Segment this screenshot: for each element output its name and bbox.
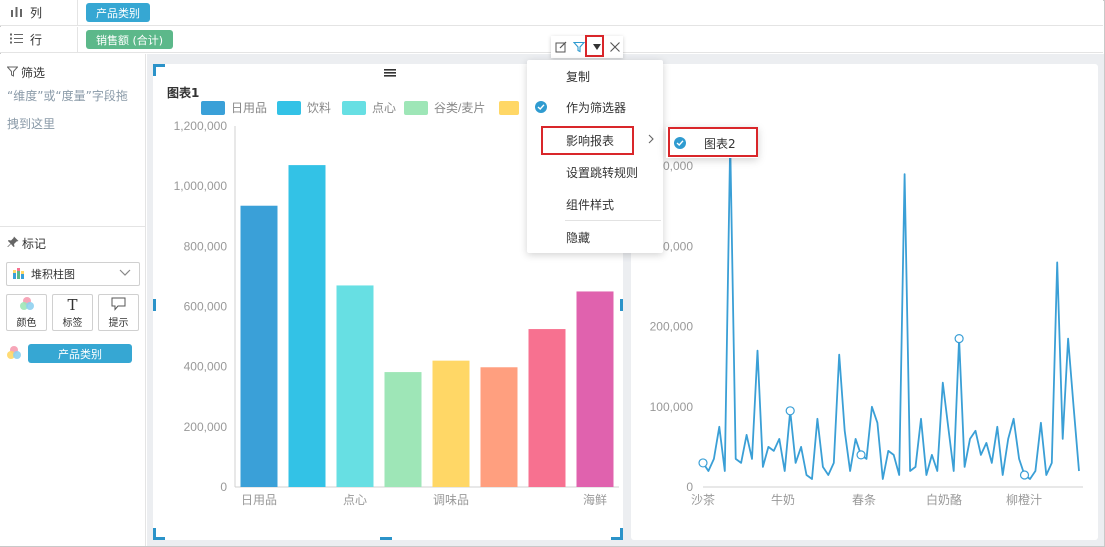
x-tick-label: 春条 [852, 493, 876, 507]
menu-item-jump-rule[interactable]: 设置跳转规则 [527, 157, 663, 187]
y-tick-label: 200,000 [184, 420, 228, 434]
x-tick-label: 沙茶 [691, 492, 715, 507]
data-point [785, 406, 795, 416]
x-tick-label: 日用品 [241, 493, 277, 507]
selection-handle[interactable] [380, 537, 392, 540]
close-icon[interactable] [607, 39, 623, 55]
legend-swatch [201, 101, 225, 115]
dropdown-highlight [585, 35, 604, 57]
y-tick-label: 1,200,000 [174, 119, 228, 133]
left-panel: 筛选 “维度”或“度量”字段拖拽到这里 标记 堆积柱图 颜色 T 标签 提示 产… [0, 54, 146, 546]
x-tick-label: 柳橙汁 [1006, 492, 1042, 507]
x-tick-label: 调味品 [433, 493, 469, 507]
stacked-bar-icon [13, 267, 27, 282]
panel-divider [0, 226, 146, 227]
x-tick-label: 白奶酪 [926, 492, 962, 507]
bar [432, 360, 470, 487]
y-tick-label: 0 [686, 480, 693, 494]
bar [528, 329, 566, 487]
selection-handle[interactable] [620, 299, 623, 311]
edit-icon[interactable] [553, 39, 569, 55]
marks-section-title: 标记 [7, 235, 46, 252]
filter-drop-hint[interactable]: “维度”或“度量”字段拖拽到这里 [7, 82, 137, 138]
selection-handle[interactable] [153, 299, 156, 311]
data-point [856, 450, 866, 460]
row-field-pill[interactable]: 销售额 (合计) [86, 30, 174, 49]
legend-swatch [404, 101, 428, 115]
color-button[interactable]: 颜色 [6, 294, 47, 331]
menu-item-copy[interactable]: 复制 [527, 61, 663, 91]
y-tick-label: 100,000 [650, 400, 694, 414]
legend-label: 饮料 [307, 101, 331, 115]
y-tick-label: 200,000 [650, 320, 694, 334]
rows-icon [10, 33, 24, 47]
label-button[interactable]: T 标签 [52, 294, 93, 331]
bar [480, 367, 518, 487]
color-icon [6, 345, 22, 363]
x-tick-label: 点心 [343, 493, 367, 507]
x-tick-label: 海鲜 [583, 492, 607, 507]
y-tick-label: 400,000 [184, 360, 228, 374]
bar [384, 372, 422, 487]
chevron-down-icon [119, 266, 131, 281]
row-shelf-label: 行 [0, 27, 78, 52]
legend-label: 谷类/麦片 [434, 101, 485, 115]
menu-separator [565, 220, 661, 221]
filter-section-title: 筛选 [6, 64, 45, 81]
filter-icon [6, 66, 19, 80]
legend-label: 日用品 [231, 101, 267, 115]
legend-label: 点心 [372, 101, 396, 115]
bar [240, 205, 278, 488]
columns-icon [10, 6, 24, 20]
menu-item-hide[interactable]: 隐藏 [527, 222, 663, 252]
color-field-pill[interactable]: 产品类别 [28, 344, 132, 363]
column-shelf: 列 产品类别 [0, 0, 1103, 26]
chart2-option-highlight [668, 127, 758, 157]
series-line [702, 141, 1080, 480]
menu-item-as-filter[interactable]: 作为筛选器 [527, 92, 663, 122]
tooltip-button[interactable]: 提示 [98, 294, 139, 331]
drag-handle-icon[interactable] [384, 66, 396, 80]
legend-swatch [342, 101, 366, 115]
selection-corner[interactable] [153, 528, 156, 540]
data-point [954, 333, 964, 344]
bar [336, 285, 374, 487]
column-field-pill[interactable]: 产品类别 [86, 3, 150, 22]
legend-swatch [499, 101, 519, 115]
data-point [698, 458, 708, 468]
bar [288, 165, 326, 487]
y-tick-label: 0 [220, 480, 227, 494]
speech-bubble-icon [111, 297, 126, 314]
selection-corner[interactable] [620, 528, 623, 540]
bar [576, 291, 614, 487]
data-point [1019, 470, 1030, 480]
context-menu: 复制 作为筛选器 影响报表 设置跳转规则 组件样式 隐藏 [527, 60, 663, 253]
x-tick-label: 牛奶 [771, 492, 795, 507]
selection-corner[interactable] [153, 64, 156, 76]
color-icon [19, 296, 35, 314]
pin-icon [7, 236, 19, 251]
chart-type-select[interactable]: 堆积柱图 [6, 262, 140, 286]
y-tick-label: 600,000 [184, 300, 228, 314]
check-icon [535, 101, 547, 113]
chevron-right-icon [647, 133, 655, 148]
y-tick-label: 1,000,000 [174, 179, 228, 193]
color-field: 产品类别 [6, 344, 132, 363]
y-tick-label: 800,000 [184, 239, 228, 253]
legend-swatch [277, 101, 301, 115]
column-shelf-label: 列 [0, 0, 78, 25]
affect-report-highlight [541, 126, 634, 155]
text-icon: T [67, 295, 78, 314]
menu-item-component-style[interactable]: 组件样式 [527, 189, 663, 219]
